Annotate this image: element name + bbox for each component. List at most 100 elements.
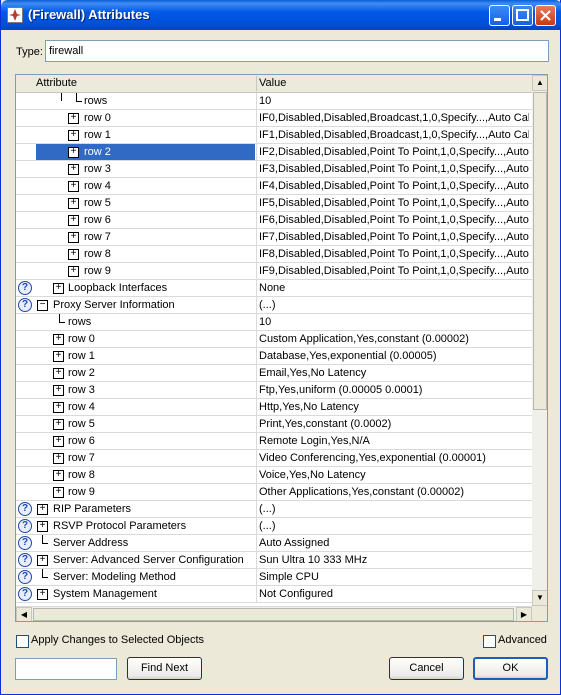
expand-icon[interactable]: + <box>53 402 64 413</box>
attribute-grid[interactable]: Attribute Value rows 10 + row 0 IF0,Disa… <box>15 74 548 622</box>
table-row[interactable]: + row 3 Ftp,Yes,uniform (0.00005 0.0001) <box>16 382 532 399</box>
expand-icon[interactable]: + <box>53 385 64 396</box>
table-row[interactable]: + row 4 IF4,Disabled,Disabled,Point To P… <box>16 178 532 195</box>
expand-icon[interactable]: + <box>68 181 79 192</box>
table-row[interactable]: + row 2 Email,Yes,No Latency <box>16 365 532 382</box>
advanced-label[interactable]: Advanced <box>498 634 547 646</box>
expand-icon[interactable]: + <box>53 334 64 345</box>
question-icon[interactable]: ? <box>18 536 32 550</box>
close-button[interactable] <box>535 5 556 26</box>
question-icon[interactable]: ? <box>18 281 32 295</box>
expand-icon[interactable]: + <box>68 215 79 226</box>
row-value[interactable]: IF8,Disabled,Disabled,Point To Point,1,0… <box>259 248 529 260</box>
expand-icon[interactable]: + <box>68 266 79 277</box>
table-row[interactable]: rows 10 <box>16 93 532 110</box>
row-value[interactable]: Simple CPU <box>259 571 529 583</box>
question-icon[interactable]: ? <box>18 587 32 601</box>
table-row[interactable]: ? + System Management Not Configured <box>16 586 532 603</box>
question-icon[interactable]: ? <box>18 298 32 312</box>
row-value[interactable]: Ftp,Yes,uniform (0.00005 0.0001) <box>259 384 529 396</box>
row-value[interactable]: Email,Yes,No Latency <box>259 367 529 379</box>
expand-icon[interactable]: + <box>37 504 48 515</box>
table-row[interactable]: + row 7 Video Conferencing,Yes,exponenti… <box>16 450 532 467</box>
search-input[interactable] <box>15 658 117 680</box>
row-value[interactable]: Sun Ultra 10 333 MHz <box>259 554 529 566</box>
horizontal-scrollbar[interactable]: ◀ ▶ <box>16 606 532 621</box>
table-row[interactable]: ? + Loopback Interfaces None <box>16 280 532 297</box>
left-arrow-icon[interactable]: ◀ <box>16 607 32 621</box>
expand-icon[interactable]: + <box>68 232 79 243</box>
table-row[interactable]: + row 0 Custom Application,Yes,constant … <box>16 331 532 348</box>
table-row[interactable]: rows 10 <box>16 314 532 331</box>
up-arrow-icon[interactable]: ▲ <box>532 75 547 91</box>
row-value[interactable]: Http,Yes,No Latency <box>259 401 529 413</box>
scroll-thumb[interactable] <box>33 608 514 621</box>
table-row[interactable]: + row 9 Other Applications,Yes,constant … <box>16 484 532 501</box>
row-value[interactable]: 10 <box>259 316 529 328</box>
apply-changes-label[interactable]: Apply Changes to Selected Objects <box>31 634 204 646</box>
find-next-button[interactable]: Find Next <box>127 657 202 680</box>
question-icon[interactable]: ? <box>18 553 32 567</box>
row-value[interactable]: (...) <box>259 520 529 532</box>
table-row[interactable]: + row 8 Voice,Yes,No Latency <box>16 467 532 484</box>
table-row[interactable]: ? + RIP Parameters (...) <box>16 501 532 518</box>
table-row[interactable]: + row 5 Print,Yes,constant (0.0002) <box>16 416 532 433</box>
expand-icon[interactable]: + <box>37 555 48 566</box>
row-value[interactable]: None <box>259 282 529 294</box>
table-row[interactable]: + row 1 IF1,Disabled,Disabled,Broadcast,… <box>16 127 532 144</box>
row-value[interactable]: IF6,Disabled,Disabled,Point To Point,1,0… <box>259 214 529 226</box>
expand-icon[interactable]: + <box>53 487 64 498</box>
scroll-thumb[interactable] <box>533 92 547 410</box>
table-row[interactable]: ? Server Address Auto Assigned <box>16 535 532 552</box>
table-row-selected[interactable]: + row 2 IF2,Disabled,Disabled,Point To P… <box>16 144 532 161</box>
question-icon[interactable]: ? <box>18 570 32 584</box>
expand-icon[interactable]: + <box>53 453 64 464</box>
apply-changes-checkbox[interactable] <box>16 635 29 648</box>
row-value[interactable]: Auto Assigned <box>259 537 529 549</box>
expand-icon[interactable]: + <box>53 283 64 294</box>
expand-icon[interactable]: + <box>68 198 79 209</box>
cancel-button[interactable]: Cancel <box>389 657 464 680</box>
table-row[interactable]: + row 9 IF9,Disabled,Disabled,Point To P… <box>16 263 532 280</box>
expand-icon[interactable]: + <box>53 351 64 362</box>
maximize-button[interactable] <box>512 5 533 26</box>
table-row[interactable]: + row 5 IF5,Disabled,Disabled,Point To P… <box>16 195 532 212</box>
row-value[interactable]: Other Applications,Yes,constant (0.00002… <box>259 486 529 498</box>
expand-icon[interactable]: + <box>68 147 79 158</box>
table-row[interactable]: ? − Proxy Server Information (...) <box>16 297 532 314</box>
row-value[interactable]: IF1,Disabled,Disabled,Broadcast,1,0,Spec… <box>259 129 529 141</box>
minimize-button[interactable] <box>489 5 510 26</box>
row-value[interactable]: (...) <box>259 503 529 515</box>
row-value[interactable]: IF5,Disabled,Disabled,Point To Point,1,0… <box>259 197 529 209</box>
table-row[interactable]: + row 4 Http,Yes,No Latency <box>16 399 532 416</box>
column-divider[interactable] <box>256 76 257 91</box>
expand-icon[interactable]: + <box>53 368 64 379</box>
down-arrow-icon[interactable]: ▼ <box>532 590 547 606</box>
row-value[interactable]: Remote Login,Yes,N/A <box>259 435 529 447</box>
question-icon[interactable]: ? <box>18 519 32 533</box>
row-value[interactable]: Video Conferencing,Yes,exponential (0.00… <box>259 452 529 464</box>
vertical-scrollbar[interactable]: ▲ ▼ <box>532 75 547 606</box>
table-row[interactable]: + row 6 IF6,Disabled,Disabled,Point To P… <box>16 212 532 229</box>
expand-icon[interactable]: + <box>37 589 48 600</box>
expand-icon[interactable]: + <box>53 419 64 430</box>
table-row[interactable]: + row 8 IF8,Disabled,Disabled,Point To P… <box>16 246 532 263</box>
expand-icon[interactable]: + <box>53 470 64 481</box>
expand-icon[interactable]: + <box>68 130 79 141</box>
row-value[interactable]: IF0,Disabled,Disabled,Broadcast,1,0,Spec… <box>259 112 529 124</box>
table-row[interactable]: + row 7 IF7,Disabled,Disabled,Point To P… <box>16 229 532 246</box>
row-value[interactable]: Custom Application,Yes,constant (0.00002… <box>259 333 529 345</box>
attribute-column-header[interactable]: Attribute <box>36 77 77 89</box>
right-arrow-icon[interactable]: ▶ <box>516 607 532 621</box>
row-value[interactable]: Not Configured <box>259 588 529 600</box>
table-row[interactable]: ? Server: Modeling Method Simple CPU <box>16 569 532 586</box>
question-icon[interactable]: ? <box>18 502 32 516</box>
expand-icon[interactable]: + <box>68 249 79 260</box>
table-row[interactable]: + row 0 IF0,Disabled,Disabled,Broadcast,… <box>16 110 532 127</box>
table-row[interactable]: + row 1 Database,Yes,exponential (0.0000… <box>16 348 532 365</box>
expand-icon[interactable]: + <box>68 113 79 124</box>
row-value[interactable]: IF3,Disabled,Disabled,Point To Point,1,0… <box>259 163 529 175</box>
advanced-checkbox[interactable] <box>483 635 496 648</box>
expand-icon[interactable]: + <box>37 521 48 532</box>
table-row[interactable]: + row 3 IF3,Disabled,Disabled,Point To P… <box>16 161 532 178</box>
